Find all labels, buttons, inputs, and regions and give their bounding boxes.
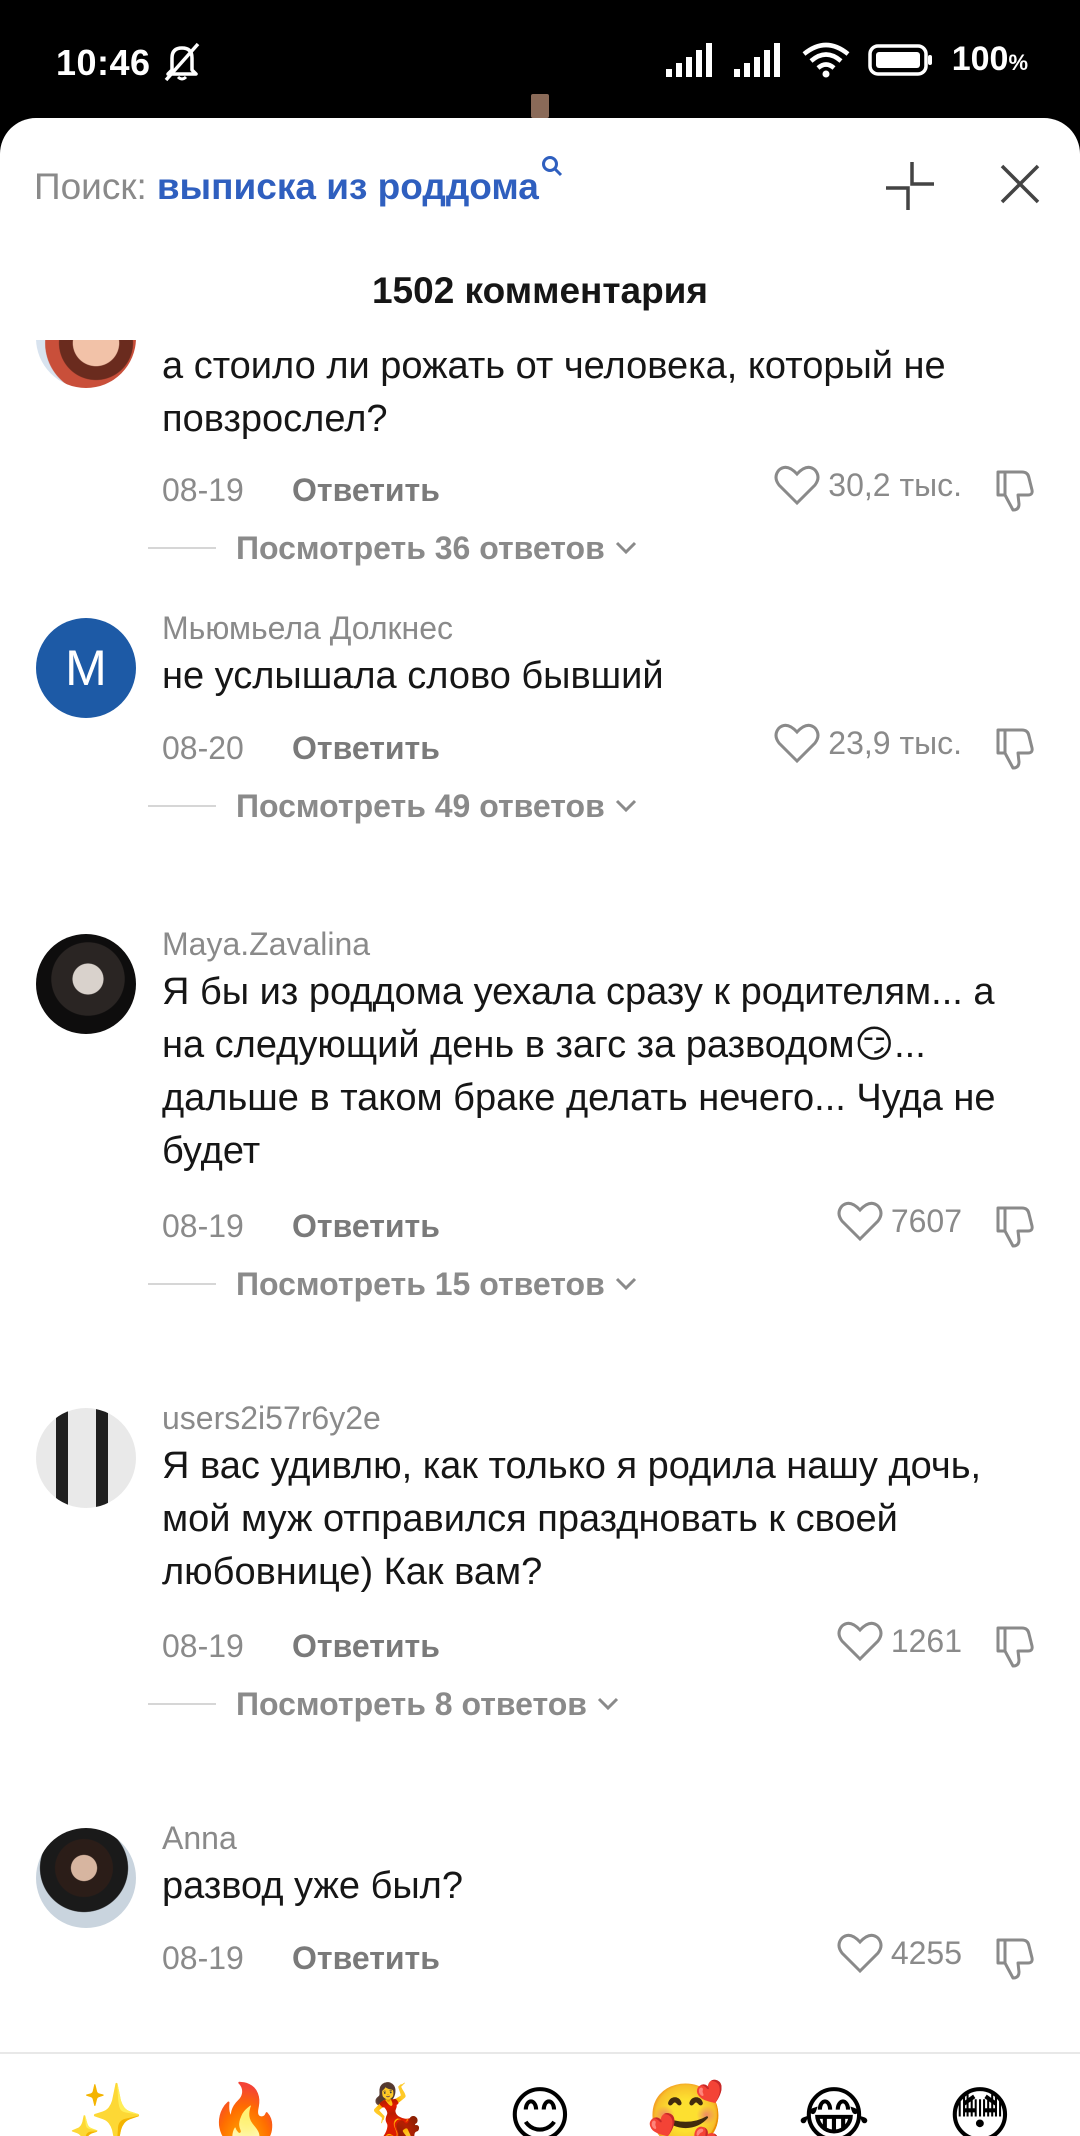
- view-replies-label: Посмотреть 8 ответов: [236, 1685, 587, 1722]
- comment-date: 08-19: [162, 472, 244, 508]
- like-button[interactable]: 1261: [837, 1620, 962, 1662]
- comment-meta: 08-19 Ответить 1261: [162, 1620, 1042, 1670]
- comment-date: 08-19: [162, 1208, 244, 1244]
- heart-icon: [837, 1933, 883, 1974]
- comment-author[interactable]: Maya.Zavalina: [162, 926, 370, 963]
- divider: [148, 1703, 216, 1705]
- status-icons: 100%: [665, 40, 1028, 79]
- comments-count: 1502 комментария: [371, 270, 709, 311]
- chevron-down-icon: [597, 1697, 619, 1711]
- search-query[interactable]: выписка из роддома: [157, 166, 539, 208]
- comment-date: 08-20: [162, 730, 244, 766]
- search-label: Поиск:: [34, 166, 147, 207]
- reply-button[interactable]: Ответить: [292, 1940, 440, 1977]
- search-icon: [541, 156, 562, 177]
- like-count: 7607: [890, 1202, 962, 1239]
- comment-author[interactable]: Anna: [162, 1820, 237, 1857]
- view-replies-label: Посмотреть 15 ответов: [236, 1265, 605, 1302]
- comment-author[interactable]: Мьюмьела Долкнес: [162, 610, 453, 647]
- divider: [148, 547, 216, 549]
- avatar[interactable]: [36, 340, 136, 388]
- comment-date: 08-19: [162, 1628, 244, 1664]
- emoji-sparkles[interactable]: ✨: [66, 2076, 146, 2136]
- heart-icon: [774, 465, 820, 506]
- like-button[interactable]: 23,9 тыс.: [774, 722, 962, 764]
- emoji-flushed[interactable]: 😳: [940, 2076, 1020, 2136]
- comment-meta: 08-19 Ответить 30,2 тыс.: [162, 464, 1042, 514]
- view-replies-button[interactable]: Посмотреть 36 ответов: [148, 526, 639, 570]
- emoji-fire[interactable]: 🔥: [206, 2076, 286, 2136]
- battery-percent: 100%: [951, 40, 1028, 78]
- view-replies-button[interactable]: Посмотреть 49 ответов: [148, 784, 639, 828]
- signal-icon: [733, 42, 780, 77]
- dislike-icon[interactable]: [992, 1932, 1042, 1982]
- collapse-icon[interactable]: [880, 156, 940, 216]
- like-count: 30,2 тыс.: [828, 466, 962, 503]
- reply-button[interactable]: Ответить: [292, 1208, 440, 1245]
- wifi-icon: [802, 42, 850, 77]
- avatar[interactable]: [36, 934, 136, 1034]
- like-button[interactable]: 30,2 тыс.: [774, 464, 962, 506]
- avatar-letter: M: [65, 640, 107, 696]
- comment-meta: 08-19 Ответить 4255: [162, 1932, 1042, 1982]
- view-replies-button[interactable]: Посмотреть 8 ответов: [148, 1682, 621, 1726]
- emoji-bar: ✨ 🔥 💃 😊 🥰 😂 😳: [0, 2052, 1080, 2136]
- reply-button[interactable]: Ответить: [292, 1628, 440, 1665]
- search-bar[interactable]: Поиск: выписка из роддома: [34, 156, 563, 216]
- dislike-icon[interactable]: [992, 464, 1042, 514]
- comment-text: Я вас удивлю, как только я родила нашу д…: [162, 1445, 982, 1593]
- view-replies-label: Посмотреть 49 ответов: [236, 787, 605, 824]
- comment-author[interactable]: users2i57r6y2e: [162, 1400, 381, 1437]
- close-icon[interactable]: [996, 160, 1044, 208]
- like-button[interactable]: 7607: [837, 1200, 962, 1242]
- comment-text: развод уже был?: [162, 1865, 463, 1907]
- battery-icon: [867, 43, 932, 76]
- comments-sheet: Поиск: выписка из роддома 1502 комментар…: [0, 118, 1080, 2136]
- chevron-down-icon: [615, 1277, 636, 1291]
- dislike-icon[interactable]: [992, 1200, 1042, 1250]
- comment-meta: 08-20 Ответить 23,9 тыс.: [162, 722, 1042, 772]
- view-replies-button[interactable]: Посмотреть 15 ответов: [148, 1262, 639, 1306]
- like-button[interactable]: 4255: [837, 1932, 962, 1974]
- avatar[interactable]: [36, 1828, 136, 1928]
- chevron-down-icon: [615, 799, 636, 813]
- comment-text: Я бы из роддома уехала сразу к родителям…: [162, 971, 996, 1172]
- like-count: 4255: [890, 1934, 962, 1971]
- comment-list[interactable]: а стоило ли рожать от человека, который …: [0, 340, 1080, 2136]
- dislike-icon[interactable]: [992, 722, 1042, 772]
- signal-icon: [665, 42, 712, 77]
- avatar[interactable]: M: [36, 618, 136, 718]
- reply-button[interactable]: Ответить: [292, 472, 440, 509]
- comment-date: 08-19: [162, 1940, 244, 1976]
- heart-icon: [837, 1201, 883, 1242]
- emoji-hearts-face[interactable]: 🥰: [646, 2076, 726, 2136]
- avatar[interactable]: [36, 1408, 136, 1508]
- dislike-icon[interactable]: [992, 1620, 1042, 1670]
- comment-meta: 08-19 Ответить 7607: [162, 1200, 1042, 1250]
- emoji-smile[interactable]: 😊: [500, 2076, 580, 2136]
- bell-muted-icon: [164, 42, 200, 82]
- reply-button[interactable]: Ответить: [292, 730, 440, 767]
- divider: [148, 1283, 216, 1285]
- like-count: 1261: [890, 1622, 962, 1659]
- status-time: 10:46: [56, 42, 151, 83]
- comment-text: не услышала слово бывший: [162, 655, 664, 697]
- video-thumbnail: [531, 94, 549, 118]
- view-replies-label: Посмотреть 36 ответов: [236, 529, 605, 566]
- emoji-joy[interactable]: 😂: [794, 2076, 874, 2136]
- comment-text: а стоило ли рожать от человека, который …: [162, 345, 946, 440]
- heart-icon: [837, 1621, 883, 1662]
- chevron-down-icon: [615, 541, 636, 555]
- heart-icon: [774, 723, 820, 764]
- emoji-dancer[interactable]: 💃: [354, 2076, 434, 2136]
- like-count: 23,9 тыс.: [828, 724, 962, 761]
- divider: [148, 805, 216, 807]
